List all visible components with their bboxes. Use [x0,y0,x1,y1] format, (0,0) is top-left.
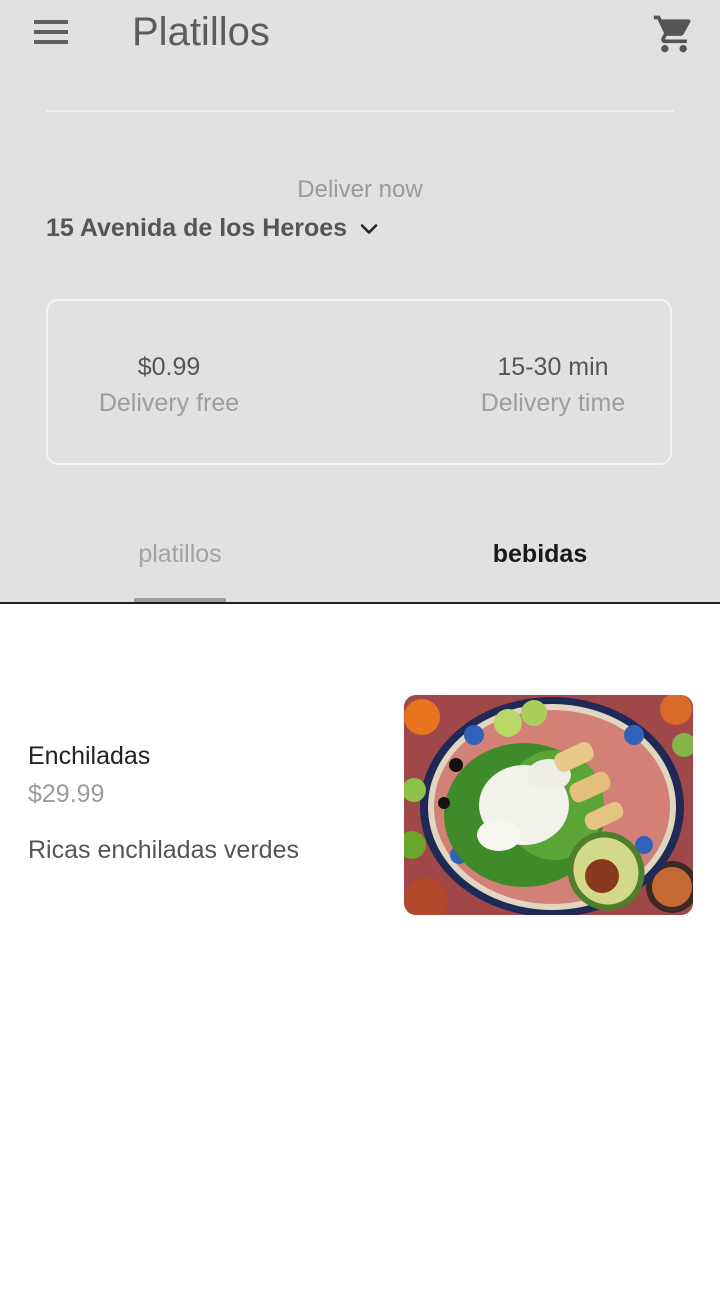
shopping-cart-icon[interactable] [652,12,696,56]
delivery-fee: $0.99 Delivery free [94,351,244,423]
tab-platillos[interactable]: platillos [110,540,250,569]
dish-image [404,695,693,915]
deliver-now-label: Deliver now [297,176,423,203]
tab-bar-divider [0,602,720,604]
delivery-time-label: Delivery time [480,389,626,417]
delivery-time-value: 15-30 min [497,353,609,381]
list-item[interactable]: Enchiladas $29.99 Ricas enchiladas verde… [0,680,720,930]
address-text: 15 Avenida de los Heroes [46,214,348,242]
menu-icon[interactable] [34,20,70,50]
header-divider [46,110,674,112]
delivery-time: 15-30 min Delivery time [468,351,638,423]
delivery-fee-label: Delivery free [98,389,240,417]
page-title: Platillos [132,10,270,54]
address-selector[interactable]: 15 Avenida de los Heroes [46,214,381,243]
delivery-info-card: $0.99 Delivery free 15-30 min Delivery t… [46,299,672,465]
chevron-down-icon [360,223,378,234]
header-section: Platillos Deliver now 15 Avenida de los … [0,0,720,604]
dish-description: Ricas enchiladas verdes [28,836,299,864]
dish-name: Enchiladas [28,742,151,770]
dish-price: $29.99 [28,780,105,808]
delivery-fee-value: $0.99 [137,353,201,381]
tab-bebidas[interactable]: bebidas [470,540,610,569]
